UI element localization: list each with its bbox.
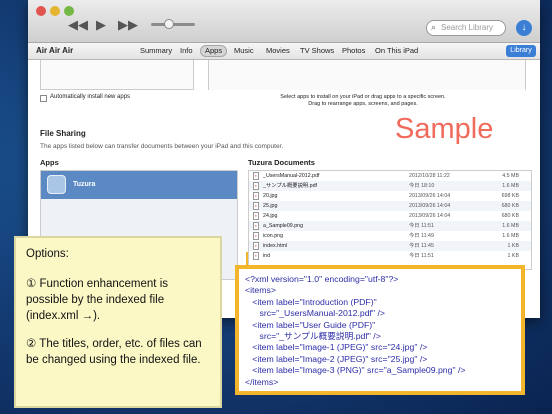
document-size: 1 KB xyxy=(507,243,519,249)
tab-photos[interactable]: Photos xyxy=(342,46,365,55)
document-name: _UsersManual-2012.pdf xyxy=(263,173,320,179)
auto-install-checkbox[interactable] xyxy=(40,95,47,102)
xml-line: <item label="Introduction (PDF)" xyxy=(245,296,377,307)
document-date: 2012/10/28 11:22 xyxy=(409,173,450,179)
document-name: 24.jpg xyxy=(263,213,278,219)
xml-line: <item label="Image-3 (PNG)" src="a_Sampl… xyxy=(245,365,466,376)
document-size: 1 KB xyxy=(507,253,519,259)
apps-header: Apps xyxy=(40,158,59,167)
documents-header: Tuzura Documents xyxy=(248,158,315,167)
document-size: 4.5 MB xyxy=(502,173,519,179)
document-icon: ▪ xyxy=(253,222,259,230)
document-name: a_Sample09.png xyxy=(263,223,304,229)
document-name: icon.png xyxy=(263,233,284,239)
document-size: 680 KB xyxy=(501,213,519,219)
tab-apps[interactable]: Apps xyxy=(200,45,228,57)
xml-line: src="_サンプル概要説明.pdf" /> xyxy=(245,331,381,342)
document-name: 25.jpg xyxy=(263,203,278,209)
document-icon: ▪ xyxy=(253,252,259,260)
document-date: 2013/09/26 14:04 xyxy=(409,193,451,199)
volume-knob[interactable] xyxy=(164,19,174,29)
app-icon xyxy=(47,175,66,194)
document-size: 1.6 MB xyxy=(502,183,519,189)
download-icon[interactable]: ↓ xyxy=(516,20,532,36)
document-icon: ▪ xyxy=(253,192,259,200)
app-row-tuzura[interactable]: Tuzura xyxy=(41,171,237,199)
sample-label: Sample xyxy=(395,113,494,145)
device-name: Air Air Air xyxy=(36,46,74,55)
document-date: 今日 11:51 xyxy=(409,223,434,229)
play-icon[interactable]: ▶ xyxy=(96,18,106,31)
file-sharing-description: The apps listed below can transfer docum… xyxy=(40,143,284,150)
instruction-line-2: Drag to rearrange apps, screens, and pag… xyxy=(308,101,418,107)
document-date: 今日 11:49 xyxy=(409,233,434,239)
search-input[interactable]: Search Library xyxy=(426,20,506,36)
tab-music[interactable]: Music xyxy=(234,46,254,55)
xml-line: <?xml version="1.0" encoding="utf-8"?> xyxy=(245,274,399,284)
document-size: 680 KB xyxy=(501,203,519,209)
document-row[interactable]: ▪ a_Sample09.png 今日 11:51 1.6 MB xyxy=(249,221,531,231)
document-date: 今日 11:51 xyxy=(409,253,434,259)
document-row[interactable]: ▪ ind 今日 11:51 1 KB xyxy=(249,251,531,261)
document-name: 20.jpg xyxy=(263,193,278,199)
home-screens-area[interactable] xyxy=(208,60,526,90)
document-icon: ▪ xyxy=(253,242,259,250)
app-name: Tuzura xyxy=(73,181,96,188)
document-icon: ▪ xyxy=(253,232,259,240)
document-size: 698 KB xyxy=(501,193,519,199)
document-icon: ▪ xyxy=(253,172,259,180)
document-row[interactable]: ▪ index.html 今日 11:45 1 KB xyxy=(249,241,531,251)
document-date: 今日 11:45 xyxy=(409,243,434,249)
rewind-icon[interactable]: ◀◀ xyxy=(68,18,88,31)
search-icon: ⌕ xyxy=(431,22,437,32)
document-size: 1.6 MB xyxy=(502,223,519,229)
tab-tv-shows[interactable]: TV Shows xyxy=(300,46,334,55)
options-point-1: ① Function enhancement is possible by th… xyxy=(26,278,168,322)
tab-info[interactable]: Info xyxy=(180,46,193,55)
tab-movies[interactable]: Movies xyxy=(266,46,290,55)
title-bar: ◀◀ ▶ ▶▶ Search Library ⌕ ↓ xyxy=(28,0,540,43)
options-note: Options: ① Function enhancement is possi… xyxy=(14,236,222,408)
file-sharing-title: File Sharing xyxy=(40,129,86,138)
fast-forward-icon[interactable]: ▶▶ xyxy=(118,18,138,31)
auto-install-label: Automatically install new apps xyxy=(50,94,131,100)
document-row[interactable]: ▪ _サンプル概要説明.pdf 今日 18:10 1.6 MB xyxy=(249,181,531,191)
document-row[interactable]: ▪ 25.jpg 2013/09/26 14:04 680 KB xyxy=(249,201,531,211)
xml-line: <item label="Image-1 (JPEG)" src="24.jpg… xyxy=(245,342,428,353)
xml-line: <item label="User Guide (PDF)" xyxy=(245,319,376,330)
instruction-line-1: Select apps to install on your iPad or d… xyxy=(280,94,446,100)
zoom-icon[interactable] xyxy=(64,6,74,16)
document-date: 2013/09/26 14:04 xyxy=(409,213,451,219)
document-name: ind xyxy=(263,253,271,259)
sync-instructions: Select apps to install on your iPad or d… xyxy=(228,94,498,108)
tab-on-this-ipad[interactable]: On This iPad xyxy=(375,46,418,55)
document-icon: ▪ xyxy=(253,212,259,220)
document-name: index.html xyxy=(263,243,288,249)
xml-line: <item label="Image-2 (JPEG)" src="25.jpg… xyxy=(245,353,428,364)
document-row[interactable]: ▪ 24.jpg 2013/09/26 14:04 680 KB xyxy=(249,211,531,221)
document-name: _サンプル概要説明.pdf xyxy=(263,183,317,189)
document-icon: ▪ xyxy=(253,202,259,210)
tab-bar: Air Air Air Summary Info Apps Music Movi… xyxy=(28,43,540,60)
document-row[interactable]: ▪ icon.png 今日 11:49 1.6 MB xyxy=(249,231,531,241)
document-date: 2013/09/26 14:04 xyxy=(409,203,451,209)
document-icon: ▪ xyxy=(253,182,259,190)
xml-line: </items> xyxy=(245,376,279,387)
document-size: 1.6 MB xyxy=(502,233,519,239)
apps-list-top[interactable] xyxy=(40,60,194,90)
minimize-icon[interactable] xyxy=(50,6,60,16)
documents-list: ▪ _UsersManual-2012.pdf 2012/10/28 11:22… xyxy=(248,170,532,270)
close-icon[interactable] xyxy=(36,6,46,16)
document-row[interactable]: ▪ 20.jpg 2013/09/26 14:04 698 KB xyxy=(249,191,531,201)
tab-summary[interactable]: Summary xyxy=(140,46,172,55)
document-row[interactable]: ▪ _UsersManual-2012.pdf 2012/10/28 11:22… xyxy=(249,171,531,181)
index-xml-callout: <?xml version="1.0" encoding="utf-8"?> <i… xyxy=(235,265,525,395)
document-date: 今日 18:10 xyxy=(409,183,435,189)
xml-line: src="_UsersManual-2012.pdf" /> xyxy=(245,308,385,319)
library-button[interactable]: Library xyxy=(506,45,536,57)
options-point-2: ② The titles, order, etc. of files can b… xyxy=(26,338,202,366)
options-heading: Options: xyxy=(26,248,69,260)
xml-line: <items> xyxy=(245,285,276,296)
